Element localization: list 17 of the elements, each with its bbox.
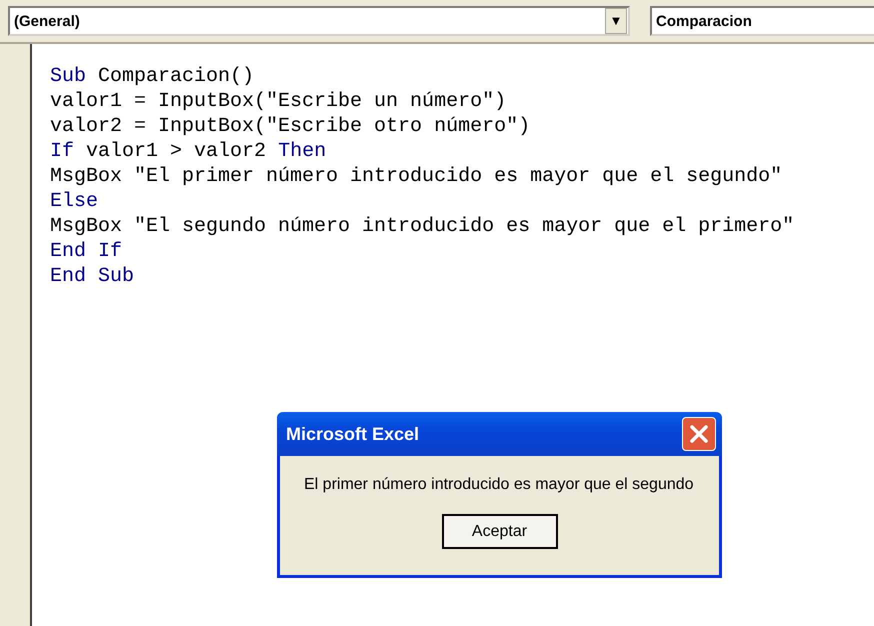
code-line: valor1 = InputBox("Escribe un número")	[50, 89, 506, 114]
code-line: valor2 = InputBox("Escribe otro número")	[50, 114, 530, 139]
code-line: Else	[50, 189, 98, 214]
code-line: MsgBox "El primer número introducido es mayor que el segundo"	[50, 164, 782, 189]
code-line: End Sub	[50, 264, 134, 289]
code-line: End If	[50, 239, 122, 264]
code-line: Sub Comparacion()	[50, 64, 254, 89]
procedure-dropdown[interactable]: Comparacion	[650, 6, 874, 36]
code-line: If valor1 > valor2 Then	[50, 139, 326, 164]
code-line: MsgBox "El segundo número introducido es mayor que el primero"	[50, 214, 794, 239]
dropdown-value: (General)	[14, 12, 80, 30]
dialog-message: El primer número introducido es mayor que el segundo	[304, 476, 695, 494]
close-icon[interactable]	[682, 417, 716, 451]
accept-button[interactable]: Aceptar	[442, 514, 558, 549]
object-dropdown[interactable]: (General) ▼	[8, 6, 630, 36]
dialog-title: Microsoft Excel	[286, 424, 420, 444]
dropdown-arrow-button[interactable]: ▼	[605, 8, 627, 34]
